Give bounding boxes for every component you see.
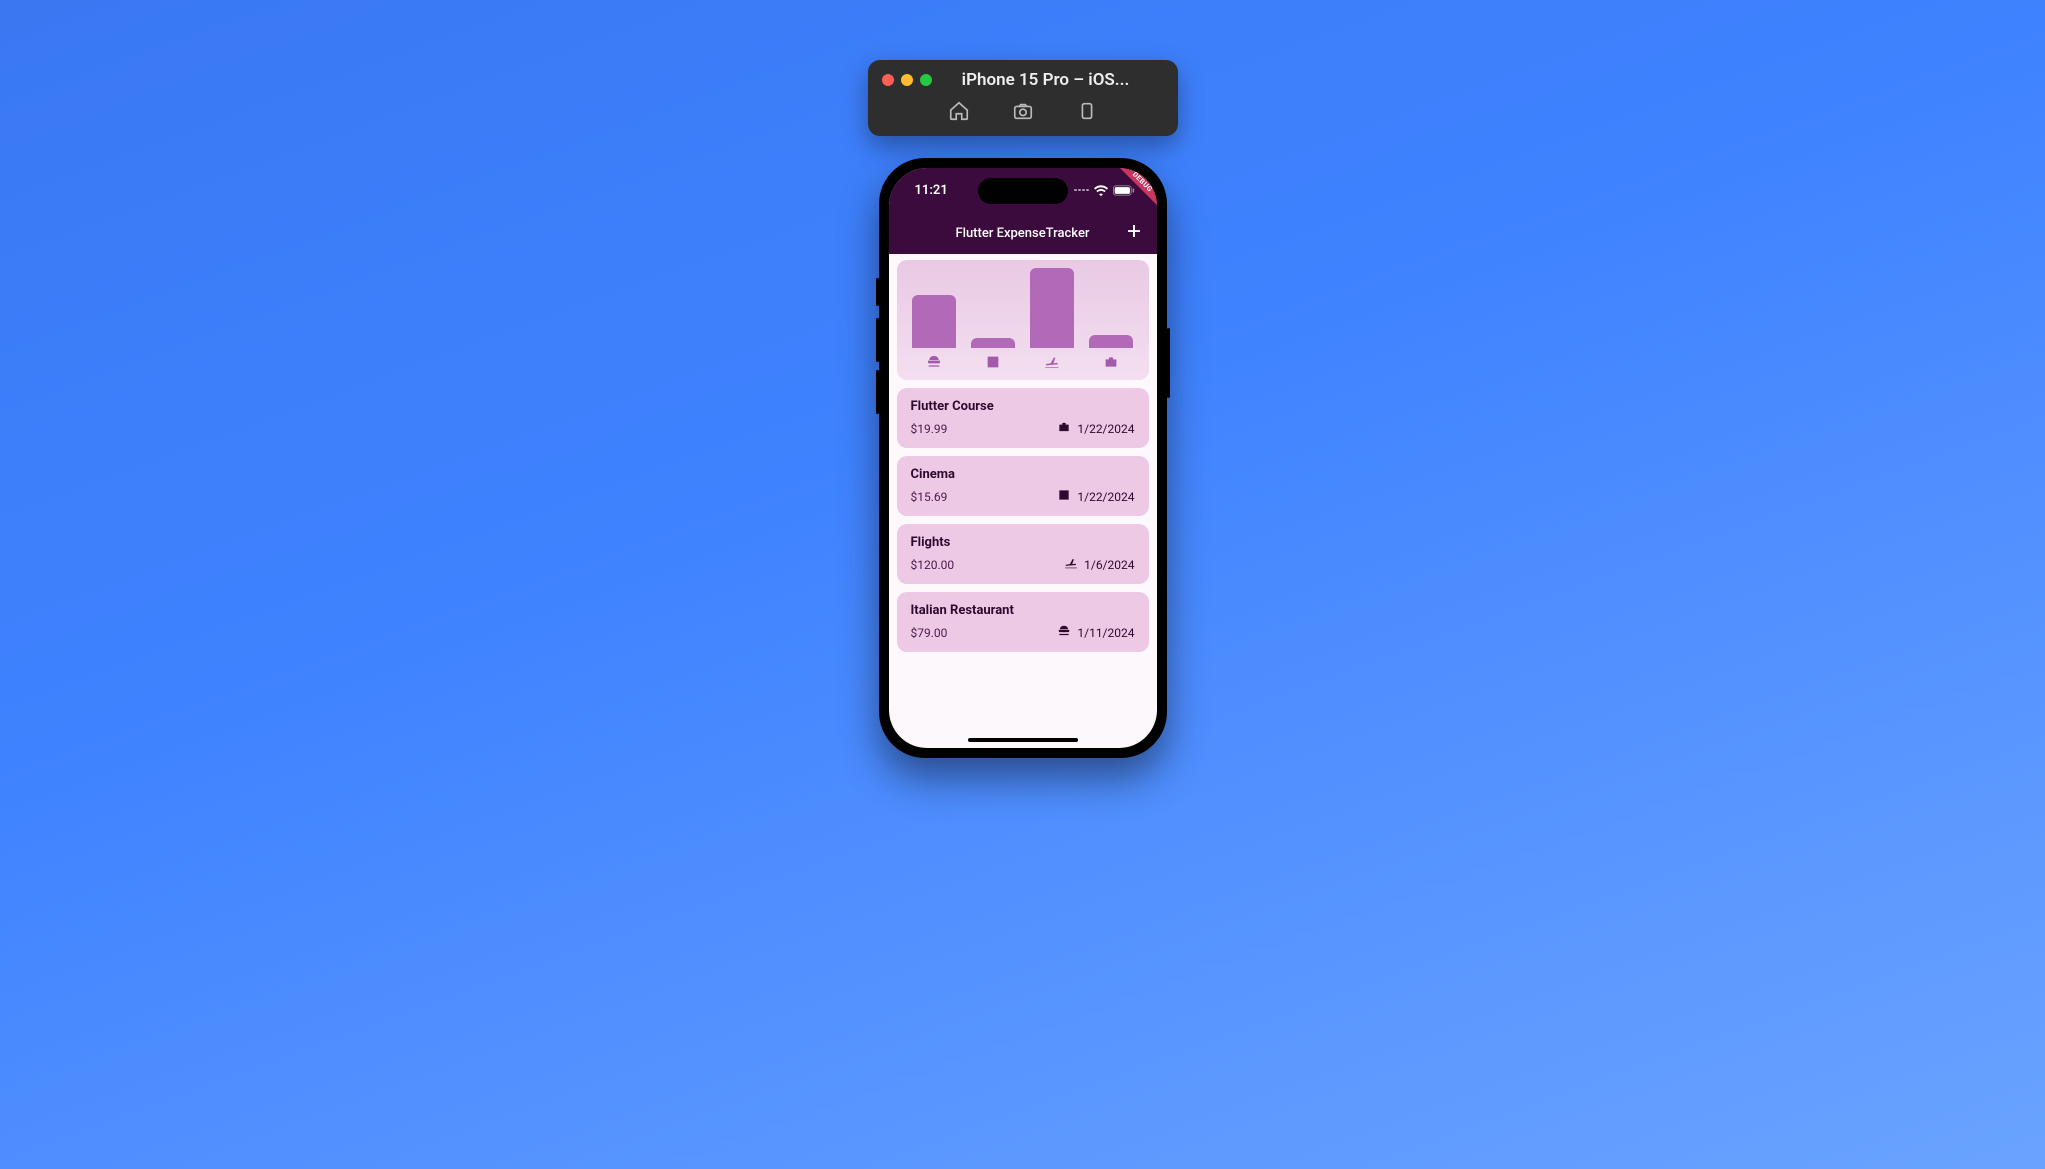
expense-meta: 1/22/2024 (1057, 420, 1134, 437)
expense-date: 1/22/2024 (1077, 422, 1134, 436)
expense-card[interactable]: Flights $120.00 1/6/2024 (897, 524, 1149, 584)
chart-card (897, 260, 1149, 380)
expense-date: 1/22/2024 (1077, 490, 1134, 504)
chart-bar-travel (1030, 268, 1074, 348)
app-title: Flutter ExpenseTracker (955, 226, 1089, 241)
simulator-title: iPhone 15 Pro – iOS... (928, 70, 1164, 90)
food-icon (926, 354, 942, 374)
expense-meta: 1/22/2024 (1057, 488, 1134, 505)
expense-title: Italian Restaurant (911, 603, 1135, 618)
food-icon (1057, 624, 1071, 641)
travel-icon (1064, 556, 1078, 573)
expense-meta: 1/6/2024 (1064, 556, 1134, 573)
expense-card[interactable]: Flutter Course $19.99 1/22/2024 (897, 388, 1149, 448)
expense-card[interactable]: Cinema $15.69 1/22/2024 (897, 456, 1149, 516)
expense-date: 1/11/2024 (1077, 626, 1134, 640)
mute-switch (876, 278, 879, 306)
leisure-icon (985, 354, 1001, 374)
expense-title: Flutter Course (911, 399, 1135, 414)
power-button (1167, 328, 1170, 398)
cellular-icon (1074, 189, 1089, 192)
close-window-button[interactable] (882, 74, 894, 86)
chart-bar-leisure (971, 338, 1015, 348)
minimize-window-button[interactable] (901, 74, 913, 86)
chart-bar-food (912, 295, 956, 348)
simulator-toolbar (882, 98, 1164, 128)
work-icon (1103, 354, 1119, 374)
add-expense-button[interactable] (1125, 222, 1143, 244)
screenshot-icon[interactable] (1012, 100, 1034, 126)
work-icon (1057, 420, 1071, 437)
window-controls (882, 74, 932, 86)
volume-up-button (876, 318, 879, 362)
expense-amount: $15.69 (911, 490, 948, 504)
status-time: 11:21 (915, 183, 948, 198)
chart-bar-work (1089, 335, 1133, 348)
expense-amount: $79.00 (911, 626, 948, 640)
expense-card[interactable]: Italian Restaurant $79.00 1/11/2024 (897, 592, 1149, 652)
phone-screen: DEBUG 11:21 Flutter ExpenseTracker (889, 168, 1157, 748)
chart-category-icons (905, 354, 1141, 374)
volume-down-button (876, 370, 879, 414)
status-indicators (1074, 185, 1135, 196)
simulator-titlebar: iPhone 15 Pro – iOS... (882, 70, 1164, 90)
expense-date: 1/6/2024 (1084, 558, 1134, 572)
app-bar: Flutter ExpenseTracker (889, 212, 1157, 254)
home-icon[interactable] (948, 100, 970, 126)
phone-frame: DEBUG 11:21 Flutter ExpenseTracker (879, 158, 1167, 758)
dynamic-island (978, 178, 1068, 204)
plus-icon (1125, 222, 1143, 240)
battery-icon (1113, 185, 1135, 196)
expense-meta: 1/11/2024 (1057, 624, 1134, 641)
chart-bars (905, 268, 1141, 348)
expense-amount: $120.00 (911, 558, 955, 572)
expense-amount: $19.99 (911, 422, 948, 436)
travel-icon (1044, 354, 1060, 374)
home-indicator[interactable] (968, 738, 1078, 742)
expense-list[interactable]: Flutter Course $19.99 1/22/2024 Cinema $… (889, 388, 1157, 652)
expense-title: Cinema (911, 467, 1135, 482)
rotate-icon[interactable] (1076, 100, 1098, 126)
simulator-window: iPhone 15 Pro – iOS... (868, 60, 1178, 136)
expense-title: Flights (911, 535, 1135, 550)
wifi-icon (1094, 185, 1108, 196)
leisure-icon (1057, 488, 1071, 505)
